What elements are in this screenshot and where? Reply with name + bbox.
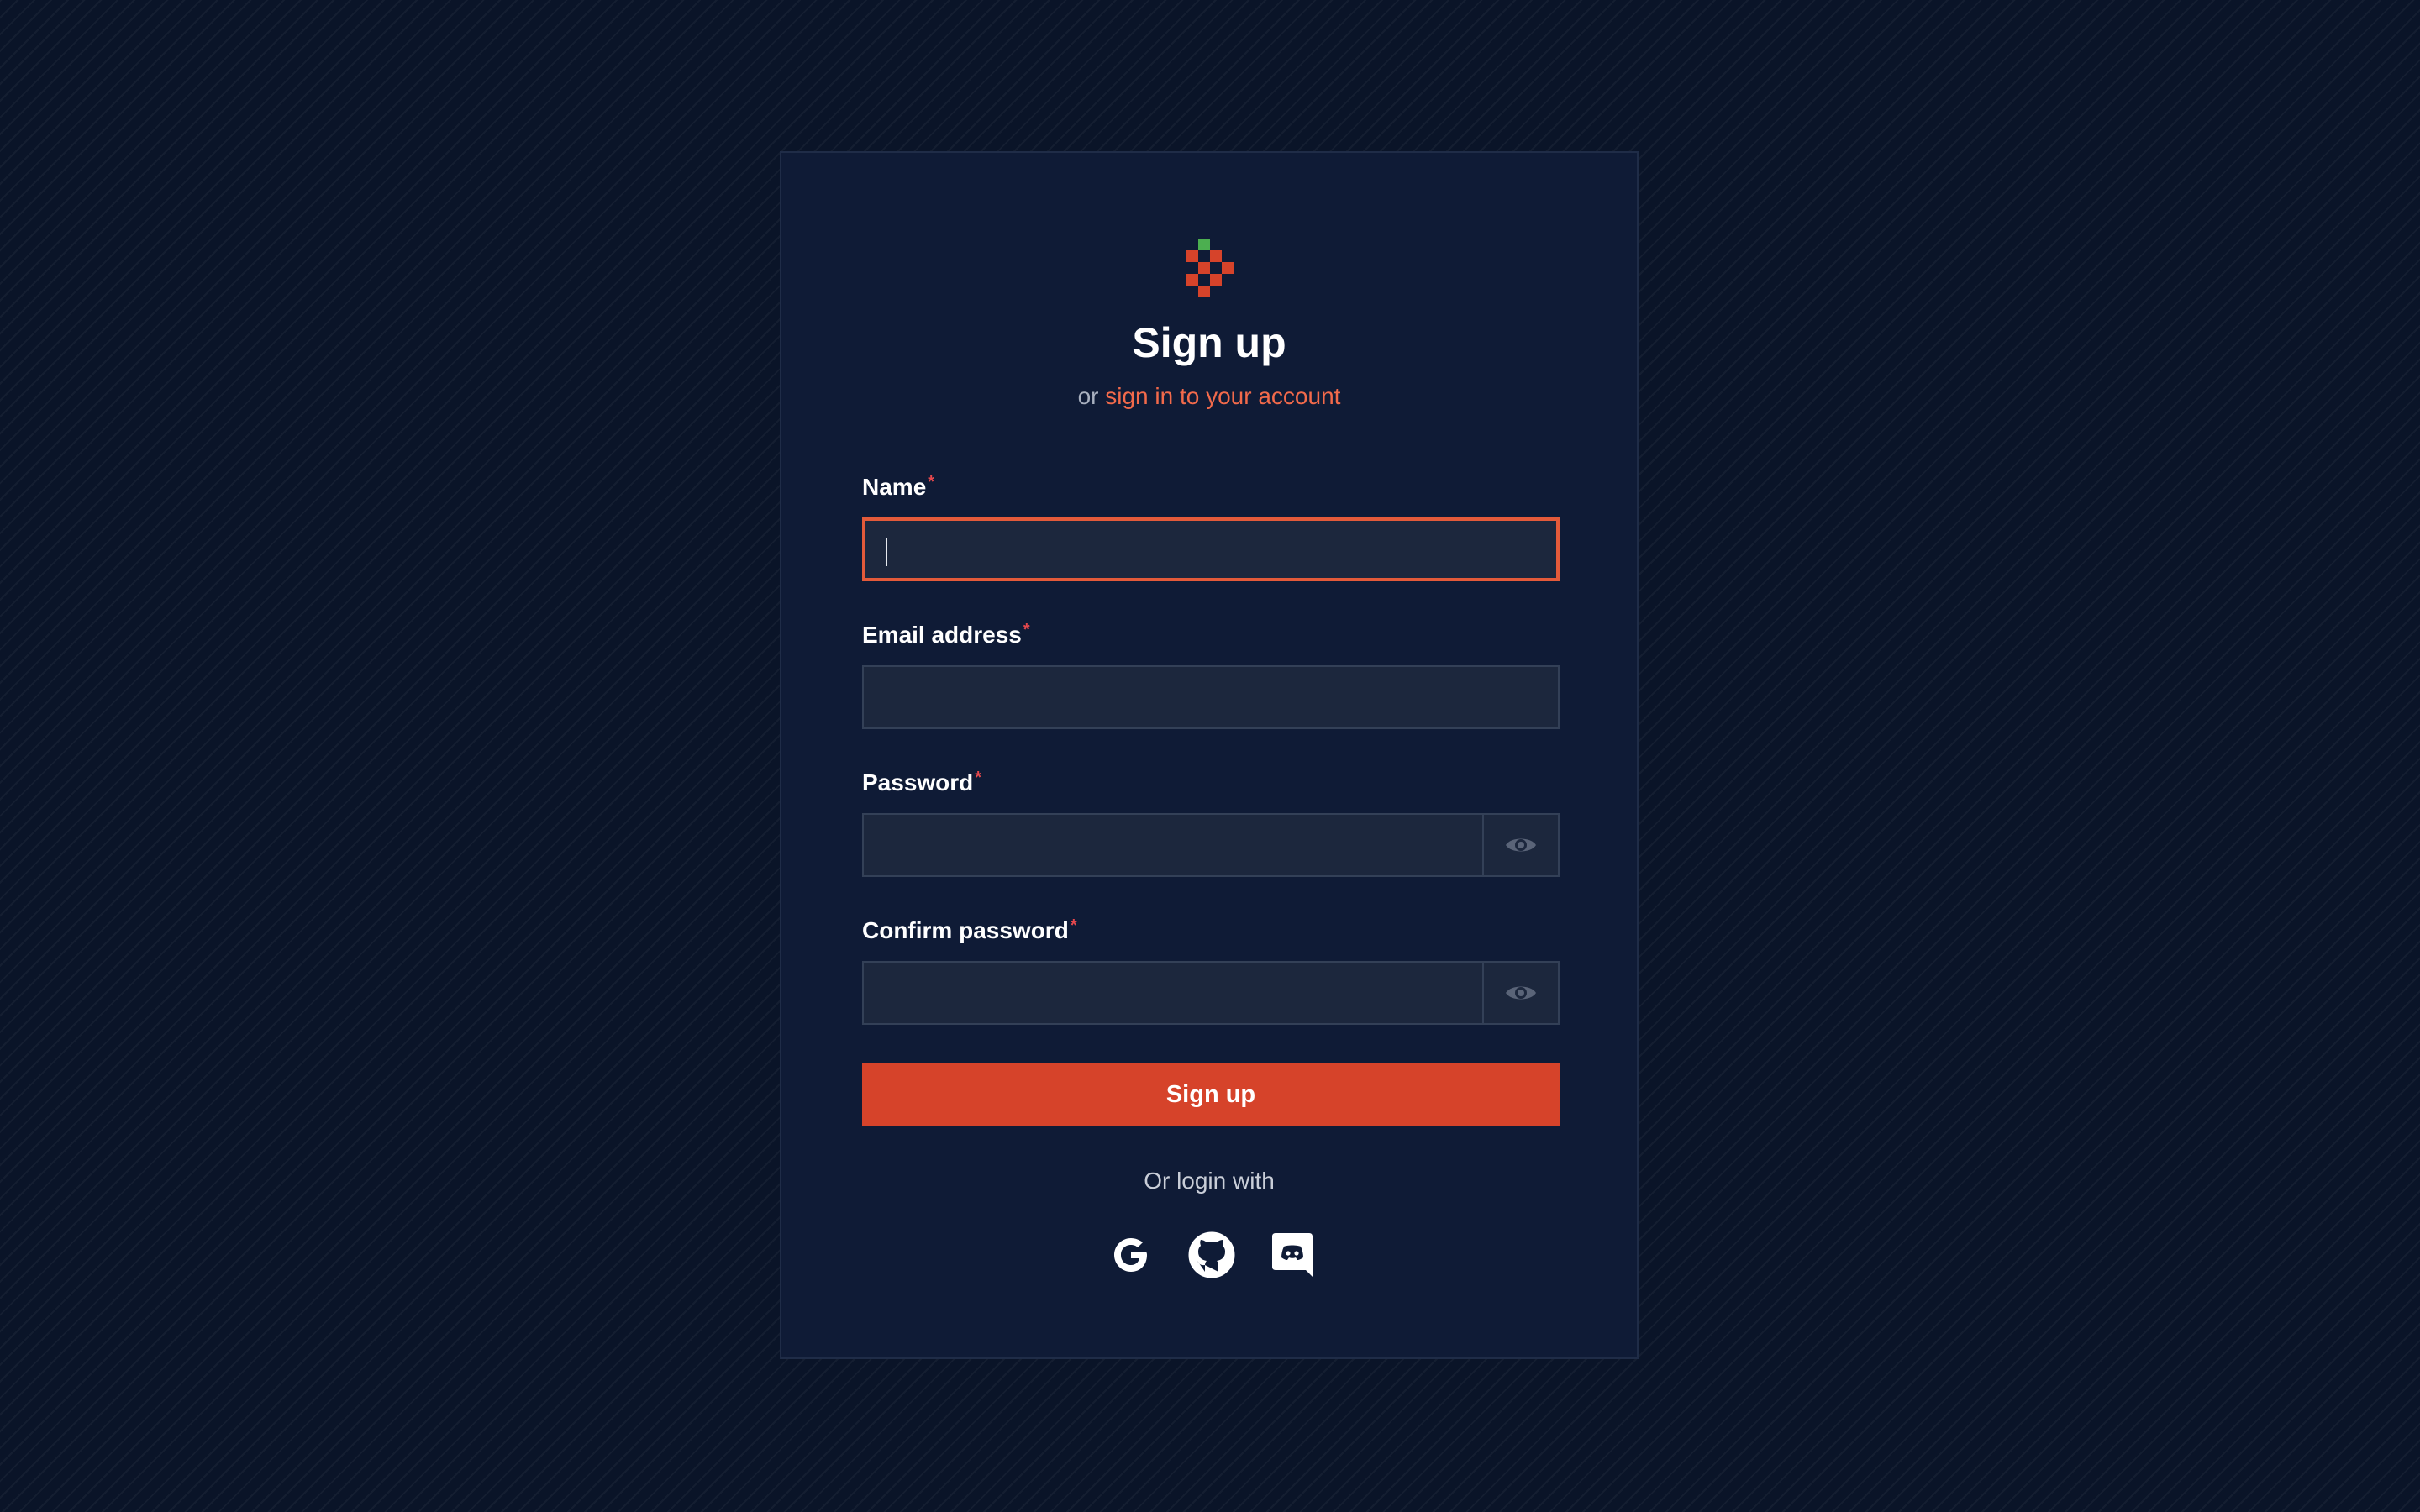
signup-card: Sign up or sign in to your account Name *…: [780, 151, 1639, 1359]
email-label: Email address *: [862, 620, 1030, 650]
subtitle-prefix: or: [1077, 383, 1099, 409]
confirm-password-label-text: Confirm password: [862, 917, 1069, 943]
name-label: Name *: [862, 472, 934, 502]
confirm-password-input[interactable]: [862, 961, 1560, 1025]
password-input[interactable]: [862, 813, 1560, 877]
name-input[interactable]: [862, 517, 1560, 581]
github-icon: [1188, 1231, 1235, 1278]
discord-login-button[interactable]: [1265, 1228, 1319, 1282]
github-login-button[interactable]: [1185, 1228, 1239, 1282]
discord-icon: [1272, 1233, 1313, 1277]
toggle-password-visibility-button[interactable]: [1482, 815, 1558, 875]
email-input[interactable]: [862, 665, 1560, 729]
sign-in-link[interactable]: sign in to your account: [1105, 383, 1340, 409]
required-marker: *: [975, 769, 982, 787]
name-label-text: Name: [862, 474, 927, 500]
google-login-button[interactable]: [1104, 1228, 1158, 1282]
subtitle: or sign in to your account: [781, 380, 1637, 413]
toggle-confirm-password-visibility-button[interactable]: [1482, 963, 1558, 1023]
text-caret: [886, 538, 887, 566]
required-marker: *: [1023, 621, 1030, 639]
sign-up-button[interactable]: Sign up: [862, 1063, 1560, 1126]
eye-icon: [1506, 838, 1536, 852]
required-marker: *: [1070, 916, 1077, 935]
confirm-password-label: Confirm password *: [862, 916, 1077, 946]
password-label: Password *: [862, 768, 981, 798]
strawberry-logo-icon: [1186, 239, 1234, 297]
email-label-text: Email address: [862, 622, 1022, 648]
google-icon: [1114, 1238, 1147, 1272]
password-label-text: Password: [862, 769, 974, 795]
eye-icon: [1506, 986, 1536, 1000]
page-title: Sign up: [1132, 319, 1286, 366]
alt-login-label: Or login with: [1144, 1168, 1275, 1194]
required-marker: *: [928, 473, 935, 491]
